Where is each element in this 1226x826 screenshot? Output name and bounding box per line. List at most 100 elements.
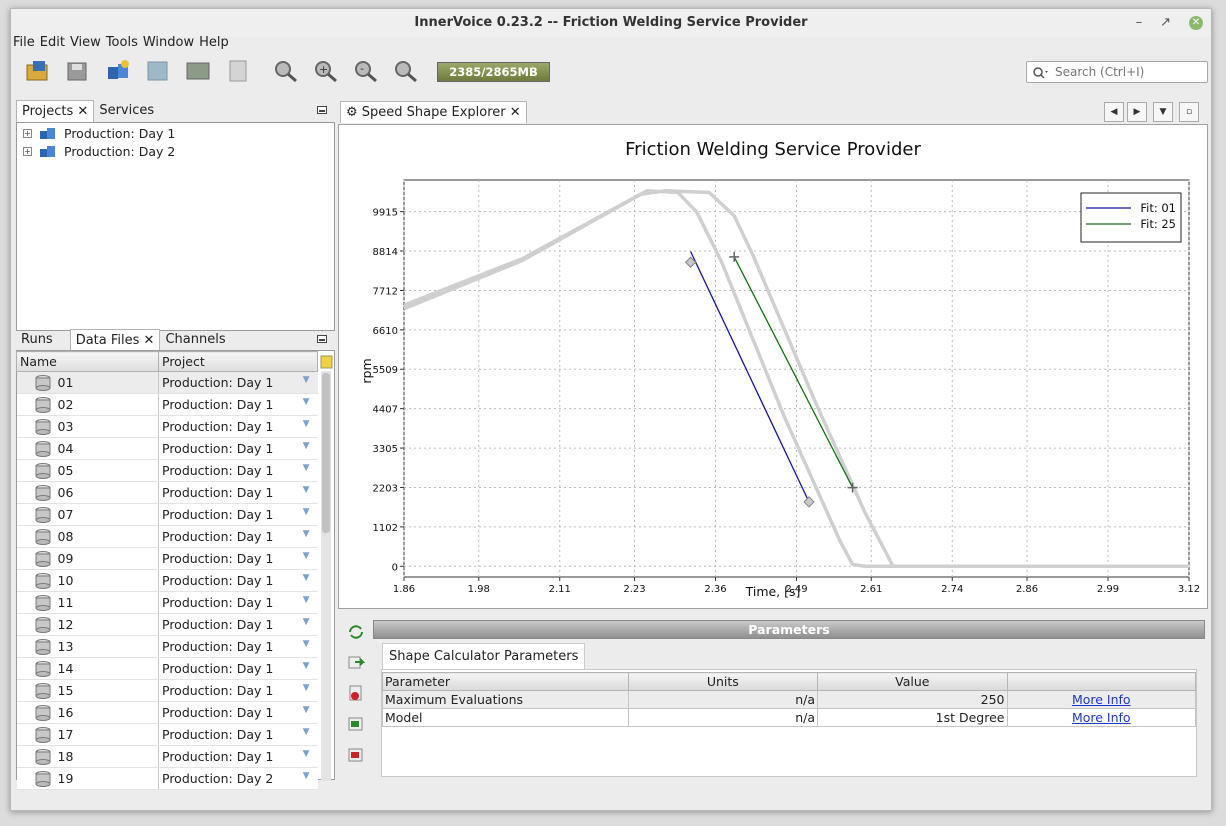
chart-icon[interactable] <box>185 59 211 83</box>
dropdown-arrow-icon[interactable]: ▼ <box>303 573 310 583</box>
dropdown-arrow-icon[interactable]: ▼ <box>303 705 310 715</box>
tab-projects[interactable]: Projects ✕ <box>16 100 95 122</box>
tree-item-day1[interactable]: + Production: Day 1 <box>23 124 175 142</box>
col-project[interactable]: Project <box>158 351 318 372</box>
project-cell[interactable]: Production: Day 1 ▼ <box>158 459 318 482</box>
dropdown-arrow-icon[interactable]: ▼ <box>303 485 310 495</box>
menu-tools[interactable]: Tools <box>106 35 138 53</box>
table-row[interactable]: 13 Production: Day 1 ▼ <box>16 635 318 658</box>
menu-edit[interactable]: Edit <box>40 35 65 53</box>
expand-icon[interactable]: + <box>23 128 32 138</box>
tab-channels[interactable]: Channels <box>160 329 230 351</box>
file-name-cell[interactable]: 19 <box>16 767 159 790</box>
tab-list-button[interactable]: ▼ <box>1153 102 1173 122</box>
table-row[interactable]: 19 Production: Day 2 ▼ <box>16 767 318 790</box>
tree-item-day2[interactable]: + Production: Day 2 <box>23 142 175 160</box>
refresh-icon[interactable] <box>347 623 365 641</box>
file-name-cell[interactable]: 07 <box>16 503 159 526</box>
tab-services[interactable]: Services <box>94 100 159 122</box>
file-name-cell[interactable]: 08 <box>16 525 159 548</box>
table-row[interactable]: 03 Production: Day 1 ▼ <box>16 415 318 438</box>
file-name-cell[interactable]: 18 <box>16 745 159 768</box>
dropdown-arrow-icon[interactable]: ▼ <box>303 683 310 693</box>
project-cell[interactable]: Production: Day 1 ▼ <box>158 679 318 702</box>
project-cell[interactable]: Production: Day 1 ▼ <box>158 701 318 724</box>
project-cell[interactable]: Production: Day 1 ▼ <box>158 613 318 636</box>
open-project-icon[interactable] <box>25 59 51 83</box>
more-info-link[interactable]: More Info <box>1006 708 1196 727</box>
table-row[interactable]: 15 Production: Day 1 ▼ <box>16 679 318 702</box>
close-tab-icon[interactable]: ✕ <box>510 105 521 120</box>
dropdown-arrow-icon[interactable]: ▼ <box>303 507 310 517</box>
table-row[interactable]: 01 Production: Day 1 ▼ <box>16 371 318 394</box>
speed-chart[interactable]: Friction Welding Service Provider 1.86 1.… <box>339 125 1207 608</box>
table-row[interactable]: 18 Production: Day 1 ▼ <box>16 745 318 768</box>
minimize-panel-icon[interactable] <box>317 106 327 114</box>
close-tab-icon[interactable]: ✕ <box>144 333 155 348</box>
project-cell[interactable]: Production: Day 1 ▼ <box>158 569 318 592</box>
parameter-row[interactable]: Model n/a 1st Degree More Info <box>382 708 1196 727</box>
dropdown-arrow-icon[interactable]: ▼ <box>303 375 310 385</box>
project-cell[interactable]: Production: Day 2 ▼ <box>158 767 318 790</box>
delete-icon[interactable] <box>347 745 365 763</box>
file-name-cell[interactable]: 05 <box>16 459 159 482</box>
save-all-icon[interactable] <box>65 59 91 83</box>
param-value[interactable]: 250 <box>817 690 1008 709</box>
memory-indicator[interactable]: 2385/2865MB <box>437 62 550 82</box>
file-name-cell[interactable]: 01 <box>16 371 159 394</box>
menu-view[interactable]: View <box>70 35 101 53</box>
dropdown-arrow-icon[interactable]: ▼ <box>303 419 310 429</box>
parameter-row[interactable]: Maximum Evaluations n/a 250 More Info <box>382 690 1196 709</box>
maximize-editor-button[interactable]: ▫ <box>1179 102 1199 122</box>
search-box[interactable] <box>1026 61 1208 83</box>
minimize-panel-icon[interactable] <box>317 335 327 343</box>
file-name-cell[interactable]: 06 <box>16 481 159 504</box>
file-name-cell[interactable]: 17 <box>16 723 159 746</box>
files-scrollbar[interactable] <box>321 371 331 781</box>
table-row[interactable]: 02 Production: Day 1 ▼ <box>16 393 318 416</box>
project-cell[interactable]: Production: Day 1 ▼ <box>158 481 318 504</box>
file-name-cell[interactable]: 15 <box>16 679 159 702</box>
project-cell[interactable]: Production: Day 1 ▼ <box>158 591 318 614</box>
col-units[interactable]: Units <box>627 672 819 691</box>
table-row[interactable]: 09 Production: Day 1 ▼ <box>16 547 318 570</box>
more-info-link[interactable]: More Info <box>1006 690 1196 709</box>
dropdown-arrow-icon[interactable]: ▼ <box>303 397 310 407</box>
dropdown-arrow-icon[interactable]: ▼ <box>303 661 310 671</box>
table-row[interactable]: 08 Production: Day 1 ▼ <box>16 525 318 548</box>
search-input[interactable] <box>1055 64 1203 80</box>
scroll-thumb[interactable] <box>322 373 330 533</box>
tab-speed-shape-explorer[interactable]: ⚙ Speed Shape Explorer ✕ <box>340 101 527 123</box>
file-name-cell[interactable]: 14 <box>16 657 159 680</box>
dropdown-arrow-icon[interactable]: ▼ <box>303 463 310 473</box>
minimize-icon[interactable]: – <box>1136 9 1143 37</box>
table-row[interactable]: 05 Production: Day 1 ▼ <box>16 459 318 482</box>
dropdown-arrow-icon[interactable]: ▼ <box>303 441 310 451</box>
dropdown-arrow-icon[interactable]: ▼ <box>303 551 310 561</box>
tab-data-files[interactable]: Data Files ✕ <box>69 329 161 351</box>
file-name-cell[interactable]: 16 <box>16 701 159 724</box>
project-cell[interactable]: Production: Day 1 ▼ <box>158 547 318 570</box>
project-cell[interactable]: Production: Day 1 ▼ <box>158 635 318 658</box>
maximize-icon[interactable]: ↗ <box>1160 9 1171 37</box>
table-row[interactable]: 10 Production: Day 1 ▼ <box>16 569 318 592</box>
col-value[interactable]: Value <box>817 672 1008 691</box>
col-info[interactable] <box>1006 672 1196 691</box>
col-name[interactable]: Name <box>16 351 159 372</box>
document-icon[interactable] <box>225 59 251 83</box>
table-row[interactable]: 16 Production: Day 1 ▼ <box>16 701 318 724</box>
new-project-icon[interactable] <box>105 59 131 83</box>
column-chooser-icon[interactable] <box>320 353 333 369</box>
table-row[interactable]: 07 Production: Day 1 ▼ <box>16 503 318 526</box>
file-name-cell[interactable]: 11 <box>16 591 159 614</box>
project-cell[interactable]: Production: Day 1 ▼ <box>158 437 318 460</box>
project-cell[interactable]: Production: Day 1 ▼ <box>158 745 318 768</box>
file-name-cell[interactable]: 03 <box>16 415 159 438</box>
zoom-icon[interactable] <box>273 59 299 83</box>
project-cell[interactable]: Production: Day 1 ▼ <box>158 393 318 416</box>
tab-shape-calculator-parameters[interactable]: Shape Calculator Parameters <box>382 643 586 669</box>
file-name-cell[interactable]: 12 <box>16 613 159 636</box>
project-cell[interactable]: Production: Day 1 ▼ <box>158 371 318 394</box>
apply-icon[interactable] <box>347 653 365 671</box>
scroll-left-button[interactable]: ◀ <box>1104 102 1124 122</box>
